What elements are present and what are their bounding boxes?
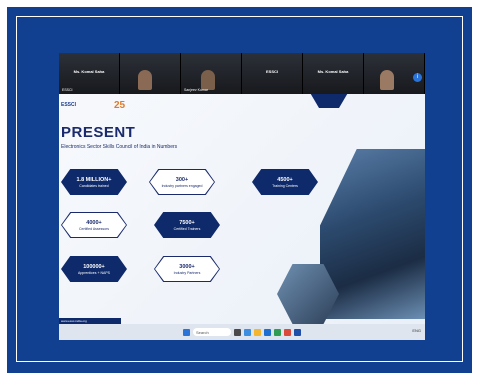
file-explorer-icon[interactable]: [254, 328, 261, 336]
stat-badge: 1.8 MILLION+ Candidates trained: [61, 169, 127, 195]
stat-label: Certified Trainers: [173, 226, 201, 231]
participant-subname: Sanjeev Kumar: [184, 88, 208, 92]
stat-label: Training Centers: [272, 183, 298, 188]
mail-icon[interactable]: [264, 328, 271, 336]
stat-label: Apprentices + NAPS: [77, 270, 110, 275]
stat-value: 3000+: [179, 263, 195, 270]
stat-badge: 100000+ Apprentices + NAPS: [61, 256, 127, 282]
taskbar: Search ENG: [59, 324, 425, 340]
zoom-icon[interactable]: [294, 328, 301, 336]
essci-logo: ESSCI: [61, 102, 77, 108]
stat-value: 4500+: [277, 176, 293, 183]
info-icon[interactable]: i: [413, 73, 422, 82]
anniversary-logo: 25: [114, 100, 126, 111]
participant-tile[interactable]: [120, 53, 181, 94]
participant-tile[interactable]: Sanjeev Kumar: [181, 53, 242, 94]
windows-start-icon[interactable]: [183, 328, 190, 336]
participant-subname: ESSCI: [62, 88, 73, 92]
stat-value: 300+: [175, 176, 189, 183]
stat-badge: 7500+ Certified Trainers: [154, 212, 220, 238]
stat-label: Certified Assessors: [79, 226, 109, 231]
participant-tile[interactable]: i: [364, 53, 425, 94]
slide-subtitle: Electronics Sector Skills Council of Ind…: [61, 144, 178, 150]
browser-icon[interactable]: [244, 328, 251, 336]
participant-video: [201, 70, 215, 90]
taskbar-search[interactable]: Search: [193, 328, 231, 336]
app-icon[interactable]: [274, 328, 281, 336]
stat-label: Candidates trained: [79, 183, 109, 188]
stat-label: Industry Partners: [173, 270, 201, 275]
participant-video: [380, 70, 394, 90]
task-view-icon[interactable]: [234, 328, 241, 336]
stat-value: 7500+: [179, 219, 195, 226]
participant-tile[interactable]: Ms. Komal Saha ESSCI: [59, 53, 120, 94]
participant-name: Ms. Komal Saha: [73, 69, 105, 74]
stat-badge: 300+ Industry partners engaged: [149, 169, 215, 195]
system-tray[interactable]: ENG: [412, 328, 421, 333]
participant-name: ESSCI: [265, 69, 278, 74]
stat-badge: 4000+ Certified Assessors: [61, 212, 127, 238]
stat-value: 4000+: [86, 219, 102, 226]
participant-tile[interactable]: ESSCI: [242, 53, 303, 94]
screen-capture: Ms. Komal Saha ESSCI Sanjeev Kumar ESSCI…: [59, 53, 425, 340]
chrome-icon[interactable]: [284, 328, 291, 336]
stat-value: 1.8 MILLION+: [76, 176, 112, 183]
stat-badge: 3000+ Industry Partners: [154, 256, 220, 282]
slide-title: PRESENT: [61, 124, 136, 141]
stat-label: Industry partners engaged: [161, 183, 203, 188]
decor-hexagon: [309, 94, 349, 108]
participant-video: [138, 70, 152, 90]
presentation-slide: ESSCI 25 PRESENT Electronics Sector Skil…: [59, 94, 425, 324]
participant-tile[interactable]: Ms. Komal Saha: [303, 53, 364, 94]
video-strip: Ms. Komal Saha ESSCI Sanjeev Kumar ESSCI…: [59, 53, 425, 94]
participant-name: Ms. Komal Saha: [317, 69, 349, 74]
stat-badge: 4500+ Training Centers: [252, 169, 318, 195]
stat-value: 100000+: [83, 263, 105, 270]
